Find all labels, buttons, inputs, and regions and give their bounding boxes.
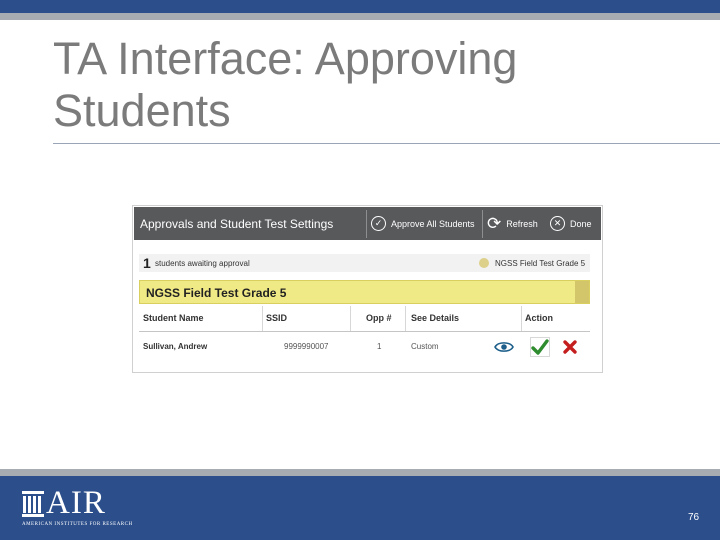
check-circle-icon: ✓ (371, 216, 386, 231)
column-header-see-details: See Details (411, 313, 460, 323)
approvals-screenshot: Approvals and Student Test Settings ✓ Ap… (132, 205, 603, 373)
column-header-action: Action (525, 313, 553, 323)
column-header-student-name: Student Name (143, 313, 204, 323)
approve-all-label: Approve All Students (391, 218, 475, 229)
group-scroll-handle[interactable] (575, 281, 589, 303)
column-header-ssid: SSID (266, 313, 288, 323)
air-logo-subtitle: AMERICAN INSTITUTES FOR RESEARCH (22, 522, 133, 527)
approvals-header: Approvals and Student Test Settings ✓ Ap… (134, 207, 601, 240)
column-divider (350, 306, 351, 331)
details-cell: Custom (411, 342, 439, 351)
slide-title: TA Interface: Approving Students (53, 33, 518, 136)
deny-student-button[interactable] (560, 337, 580, 357)
refresh-label: Refresh (506, 218, 538, 229)
awaiting-test-label: NGSS Field Test Grade 5 (495, 259, 586, 268)
column-divider (262, 306, 263, 331)
refresh-icon: ⟳ (487, 214, 502, 233)
ssid-cell: 9999990007 (284, 342, 329, 351)
student-table-header: Student Name SSID Opp # See Details Acti… (139, 306, 590, 332)
opp-cell: 1 (377, 342, 382, 351)
page-number: 76 (688, 512, 700, 523)
approve-all-button[interactable]: ✓ Approve All Students (371, 207, 475, 240)
close-circle-icon: ✕ (550, 216, 565, 231)
footer-banner (0, 476, 720, 540)
done-button[interactable]: ✕ Done (550, 207, 592, 240)
done-label: Done (570, 218, 592, 229)
student-name-cell: Sullivan, Andrew (143, 342, 208, 351)
test-indicator-icon (479, 258, 489, 268)
bottom-stripe (0, 469, 720, 476)
air-logo-text: AIR (46, 485, 106, 521)
column-header-opp: Opp # (366, 313, 392, 323)
test-group-title: NGSS Field Test Grade 5 (146, 286, 287, 300)
refresh-button[interactable]: ⟳ Refresh (487, 207, 538, 240)
header-divider (482, 210, 483, 238)
awaiting-count: 1 (143, 255, 151, 271)
column-divider (405, 306, 406, 331)
x-icon (563, 340, 577, 354)
view-details-button[interactable] (494, 337, 514, 357)
top-banner (0, 0, 720, 13)
air-logo-icon (22, 491, 44, 517)
checkmark-icon (531, 339, 549, 355)
eye-icon (494, 342, 514, 352)
test-group-header: NGSS Field Test Grade 5 (139, 280, 590, 304)
column-divider (521, 306, 522, 331)
top-stripe (0, 13, 720, 20)
header-divider (366, 210, 367, 238)
approvals-title: Approvals and Student Test Settings (140, 217, 334, 231)
awaiting-text: students awaiting approval (155, 259, 250, 268)
awaiting-approval-bar: 1 students awaiting approval NGSS Field … (139, 254, 590, 272)
approve-student-button[interactable] (530, 337, 550, 357)
title-divider (53, 143, 720, 144)
table-row: Sullivan, Andrew 9999990007 1 Custom (139, 332, 590, 362)
